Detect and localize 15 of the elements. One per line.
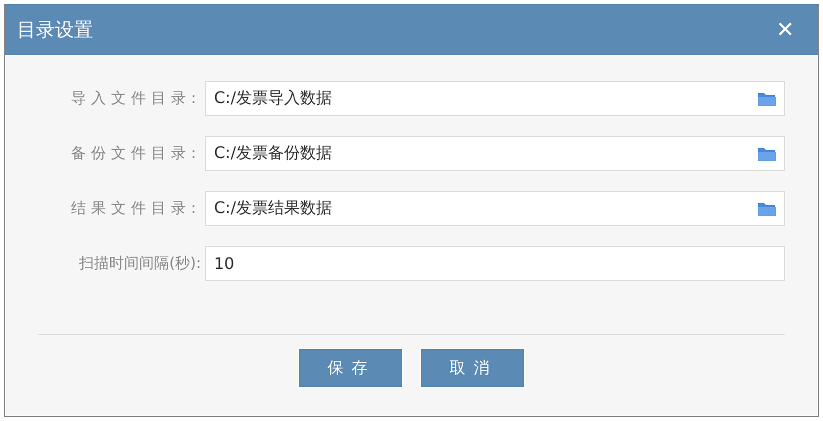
folder-icon[interactable] [757,201,777,217]
folder-icon[interactable] [757,91,777,107]
input-field[interactable]: 10 [205,246,785,281]
input-field[interactable]: C:/发票备份数据 [205,136,785,171]
field-label: 备份文件目录: [70,144,202,163]
field-label: 结果文件目录: [70,199,202,218]
field-label: 导入文件目录: [70,89,202,108]
window-title: 目录设置 [17,18,93,42]
save-button[interactable]: 保存 [299,349,402,387]
close-button[interactable]: ✕ [776,16,794,42]
input-field[interactable]: C:/发票结果数据 [205,191,785,226]
folder-icon[interactable] [757,146,777,162]
cancel-button[interactable]: 取消 [421,349,524,387]
input-field[interactable]: C:/发票导入数据 [205,81,785,116]
field-label: 扫描时间间隔(秒): [78,254,202,273]
